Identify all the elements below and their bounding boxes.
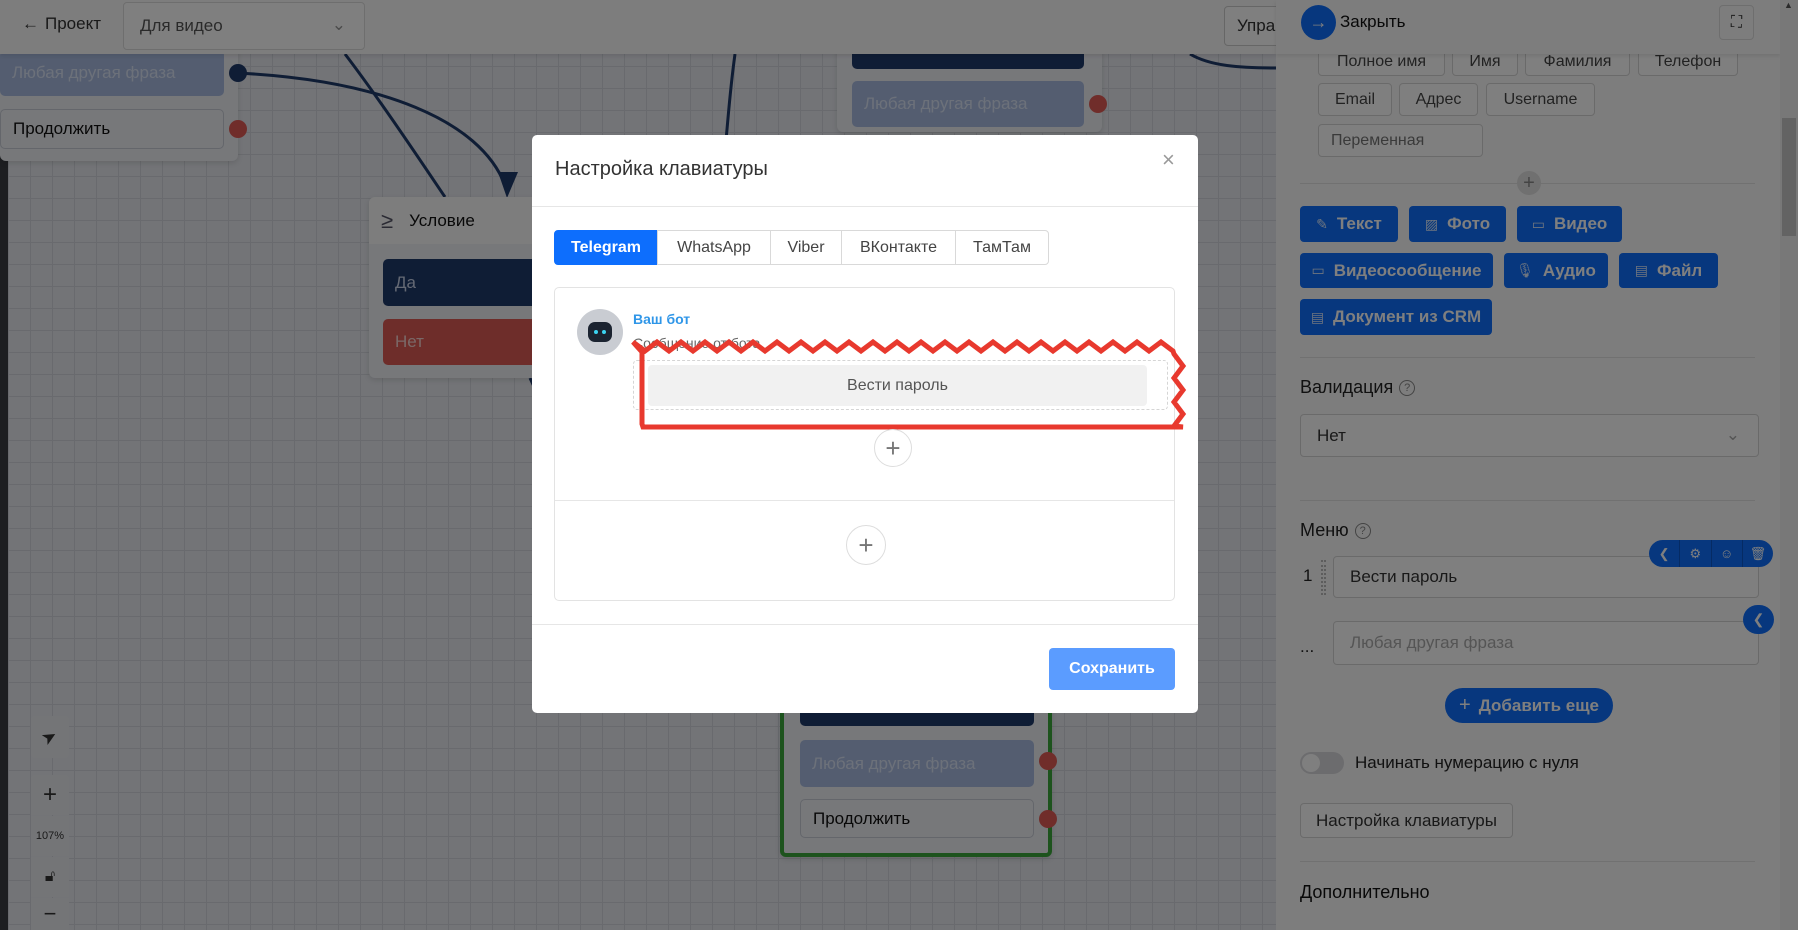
tab-vkontakte[interactable]: ВКонтакте <box>841 230 956 265</box>
bot-name: Ваш бот <box>633 311 691 327</box>
keyboard-settings-modal: Настройка клавиатуры × Telegram WhatsApp… <box>532 135 1198 713</box>
plus-icon: + <box>885 432 901 463</box>
messenger-tabs: Telegram WhatsApp Viber ВКонтакте ТамТам <box>554 230 1049 265</box>
tab-telegram[interactable]: Telegram <box>554 230 658 265</box>
tab-viber[interactable]: Viber <box>770 230 842 265</box>
add-row-button[interactable]: + <box>846 525 886 565</box>
bot-avatar <box>577 309 623 355</box>
tab-tamtam[interactable]: ТамТам <box>955 230 1049 265</box>
zigzag-outline <box>631 338 1187 430</box>
tab-whatsapp[interactable]: WhatsApp <box>657 230 771 265</box>
keyboard-preview: Ваш бот Сообщение от бота Вести пароль +… <box>554 287 1187 601</box>
plus-icon: + <box>858 529 874 560</box>
add-button-in-row[interactable]: + <box>874 429 912 467</box>
close-icon[interactable]: × <box>1162 147 1175 173</box>
highlight-annotation <box>631 338 1187 430</box>
save-button[interactable]: Сохранить <box>1049 648 1175 690</box>
modal-title: Настройка клавиатуры <box>555 158 768 180</box>
